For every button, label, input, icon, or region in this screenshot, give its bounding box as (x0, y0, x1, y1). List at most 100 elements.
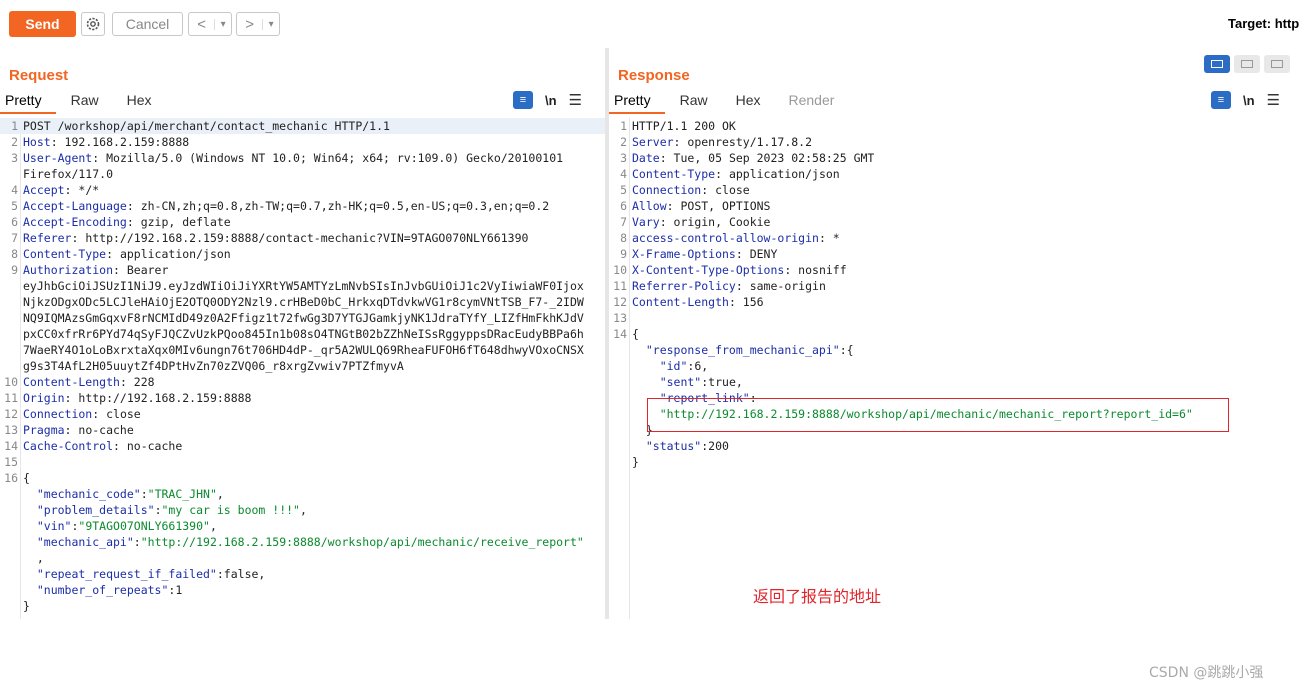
line-number: 14 (613, 327, 627, 341)
response-tabs: Pretty Raw Hex Render (609, 92, 847, 114)
line-number: 10 (4, 375, 18, 389)
line-number: 6 (11, 215, 18, 229)
line-text: access-control-allow-origin: * (632, 230, 840, 246)
response-title: Response (618, 67, 690, 84)
token: : (133, 535, 141, 549)
response-tab-pretty[interactable]: Pretty (609, 92, 665, 114)
response-code-line: 11 Referrer-Policy: same-origin (609, 278, 1303, 294)
line-text: pxCC0xfrRr6PYd74qSyFJQCZvUzkPQoo845In1b0… (23, 326, 584, 342)
line-number: 15 (4, 455, 18, 469)
token: :true, (701, 375, 743, 389)
request-tab-pretty[interactable]: Pretty (0, 92, 56, 114)
response-editor[interactable]: 1 HTTP/1.1 200 OK 2 Server: openresty/1.17.… (609, 118, 1303, 681)
line-text: "number_of_repeats":1 (23, 582, 182, 598)
token: "number_of_repeats" (23, 583, 169, 597)
request-code-line: 11 Origin: http://192.168.2.159:8888 (0, 390, 605, 406)
token: : (154, 503, 162, 517)
line-text: Referer: http://192.168.2.159:8888/conta… (23, 230, 528, 246)
send-button[interactable]: Send (9, 11, 76, 37)
line-text: g9s3T4AfL2H05uuytZf4DPtHvZn70zZVQ06_r8xr… (23, 358, 404, 374)
cancel-button[interactable]: Cancel (112, 12, 183, 36)
forward-dropdown-icon[interactable]: ▾ (262, 18, 279, 30)
token: X-Content-Type-Options (632, 263, 785, 277)
token: : origin, Cookie (659, 215, 771, 229)
token: : 156 (728, 295, 764, 309)
request-tab-raw[interactable]: Raw (71, 92, 127, 114)
token: Date (632, 151, 660, 165)
line-text: { (23, 470, 30, 486)
forward-button-group: > ▾ (236, 12, 280, 36)
line-text: "id":6, (632, 358, 708, 374)
line-number: 13 (613, 311, 627, 325)
token: :1 (168, 583, 183, 597)
token: "http://192.168.2.159:8888/workshop/api/… (140, 535, 584, 549)
line-text: 7WaeRY4O1oLoBxrxtaXqx0MIv6ungn76t706HD4d… (23, 342, 584, 358)
token: "id" (632, 359, 688, 373)
line-number: 5 (11, 199, 18, 213)
line-text: , (23, 550, 44, 566)
line-number: 7 (620, 215, 627, 229)
newline-toggle-icon[interactable]: \n (545, 93, 557, 108)
request-code-line: 10 Content-Length: 228 (0, 374, 605, 390)
response-code-line: 7 Vary: origin, Cookie (609, 214, 1303, 230)
line-number: 12 (4, 407, 18, 421)
wrap-lines-icon[interactable]: ≡ (1211, 91, 1231, 109)
line-text: "repeat_request_if_failed":false, (23, 566, 266, 582)
line-number: 3 (620, 151, 627, 165)
menu-icon[interactable]: ☰ (569, 91, 582, 109)
token: : DENY (735, 247, 778, 261)
request-code-line: 13 Pragma: no-cache (0, 422, 605, 438)
token: , (209, 519, 217, 533)
response-editor-icons: ≡ \n ☰ (1211, 91, 1280, 109)
line-number: 2 (620, 135, 627, 149)
token: , (299, 503, 307, 517)
line-text: Connection: close (23, 406, 141, 422)
token: : nosniff (784, 263, 847, 277)
response-tab-render[interactable]: Render (789, 92, 848, 114)
line-text: "response_from_mechanic_api":{ (632, 342, 854, 358)
token: "problem_details" (23, 503, 155, 517)
settings-button[interactable] (81, 12, 105, 36)
token: "status" (632, 439, 702, 453)
forward-button[interactable]: > (237, 16, 262, 33)
back-button[interactable]: < (189, 16, 214, 33)
request-code-line: 15 (0, 454, 605, 470)
response-code-line: 12 Content-Length: 156 (609, 294, 1303, 310)
token: pxCC0xfrRr6PYd74qSyFJQCZvUzkPQoo845In1b0… (23, 327, 584, 341)
line-number: 8 (620, 231, 627, 245)
request-tab-hex[interactable]: Hex (127, 92, 165, 114)
request-editor-icons: ≡ \n ☰ (513, 91, 582, 109)
token: eyJhbGciOiJSUzI1NiJ9.eyJzdWIiOiJiYXRtYW5… (23, 279, 584, 293)
line-text: "mechanic_code":"TRAC_JHN", (23, 486, 224, 502)
report-link-highlight-box (647, 398, 1229, 432)
response-code-line: 13 (609, 310, 1303, 326)
response-tab-raw[interactable]: Raw (680, 92, 736, 114)
token: Server (632, 135, 674, 149)
line-number: 4 (620, 167, 627, 181)
response-tab-hex[interactable]: Hex (736, 92, 789, 114)
newline-toggle-icon[interactable]: \n (1243, 93, 1255, 108)
request-code-line: NQ9IQMAzsGmGqxvF8rNCMIdD49z0A2Ffigz1t72f… (0, 310, 605, 326)
wrap-lines-icon[interactable]: ≡ (513, 91, 533, 109)
line-number: 8 (11, 247, 18, 261)
token: Connection (632, 183, 702, 197)
layout-tabs-icon[interactable] (1264, 55, 1290, 73)
line-text: "problem_details":"my car is boom !!!", (23, 502, 307, 518)
request-code-line: 7 Referer: http://192.168.2.159:8888/cont… (0, 230, 605, 246)
line-text: User-Agent: Mozilla/5.0 (Windows NT 10.0… (23, 150, 563, 166)
response-code-line: 5 Connection: close (609, 182, 1303, 198)
request-code-line: 14 Cache-Control: no-cache (0, 438, 605, 454)
token: 7WaeRY4O1oLoBxrxtaXqx0MIv6ungn76t706HD4d… (23, 343, 584, 357)
token: : Tue, 05 Sep 2023 02:58:25 GMT (659, 151, 875, 165)
response-code-line: 4 Content-Type: application/json (609, 166, 1303, 182)
layout-stacked-icon[interactable] (1234, 55, 1260, 73)
request-editor[interactable]: 1 POST /workshop/api/merchant/contact_mec… (0, 118, 605, 619)
response-code-line: "id":6, (609, 358, 1303, 374)
line-number: 7 (11, 231, 18, 245)
layout-side-by-side-icon[interactable] (1204, 55, 1230, 73)
back-dropdown-icon[interactable]: ▾ (214, 18, 231, 30)
menu-icon[interactable]: ☰ (1267, 91, 1280, 109)
token: Origin (23, 391, 65, 405)
line-text: Accept-Encoding: gzip, deflate (23, 214, 231, 230)
request-code-line: 7WaeRY4O1oLoBxrxtaXqx0MIv6ungn76t706HD4d… (0, 342, 605, 358)
